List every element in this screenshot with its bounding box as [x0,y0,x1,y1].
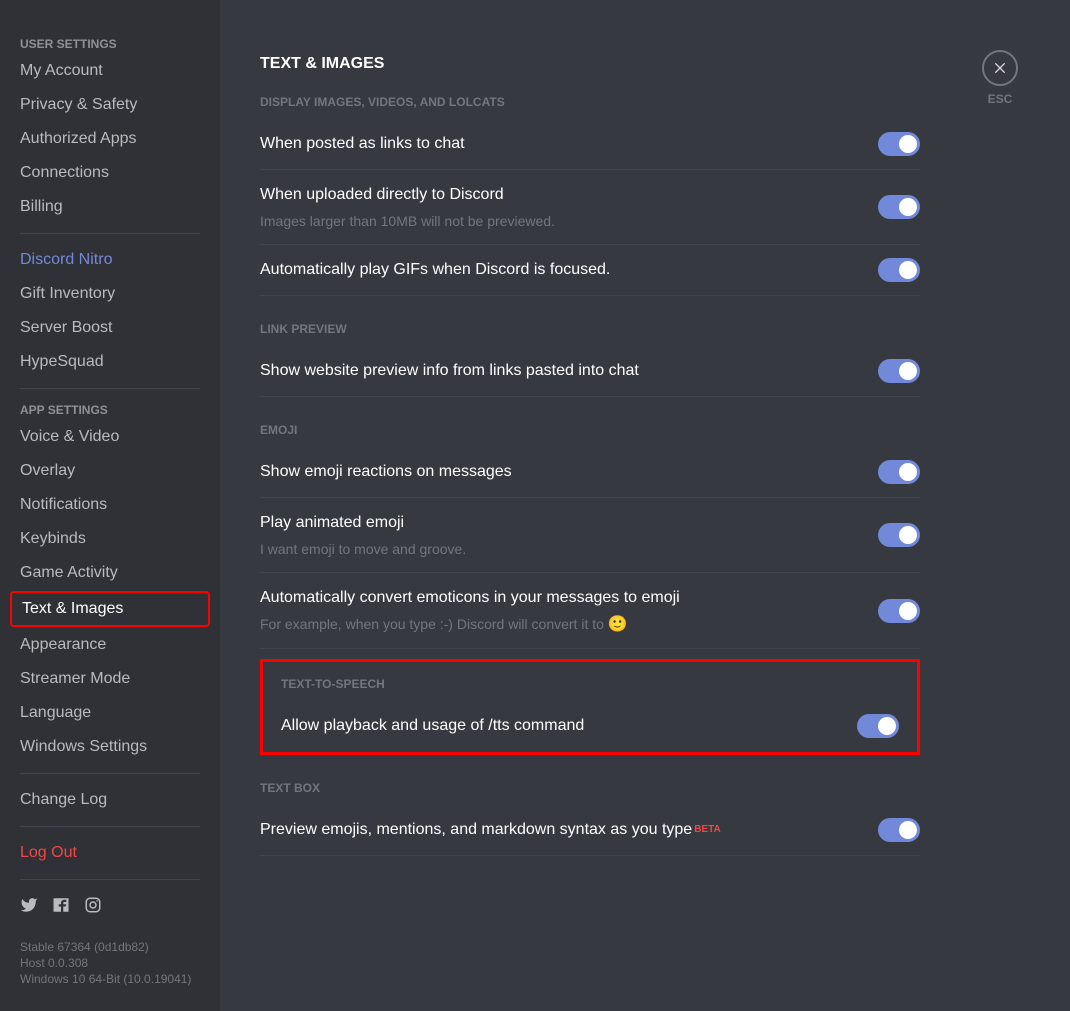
setting-animated-emoji: Play animated emoji I want emoji to move… [260,498,920,573]
sidebar-item-connections[interactable]: Connections [10,157,210,189]
sidebar-header-app-settings: APP SETTINGS [10,399,210,421]
setting-title: Allow playback and usage of /tts command [281,714,837,738]
setting-title: Show website preview info from links pas… [260,359,858,383]
toggle-uploaded-directly[interactable] [878,195,920,219]
setting-title: Preview emojis, mentions, and markdown s… [260,818,858,842]
sidebar-item-notifications[interactable]: Notifications [10,489,210,521]
section-header-link-preview: LINK PREVIEW [260,322,920,336]
social-links-row [10,890,210,933]
instagram-icon[interactable] [84,896,102,919]
setting-emoji-reactions: Show emoji reactions on messages [260,447,920,498]
setting-desc: For example, when you type :-) Discord w… [260,614,858,635]
settings-sidebar: USER SETTINGS My Account Privacy & Safet… [0,0,220,1011]
toggle-animated-emoji[interactable] [878,523,920,547]
sidebar-divider [20,773,200,774]
build-line: Windows 10 64-Bit (10.0.19041) [20,971,200,987]
toggle-auto-gif[interactable] [878,258,920,282]
sidebar-item-text-images[interactable]: Text & Images [10,591,210,627]
section-header-text-box: TEXT BOX [260,781,920,795]
setting-title: When uploaded directly to Discord [260,183,858,207]
sidebar-item-change-log[interactable]: Change Log [10,784,210,816]
sidebar-item-hypesquad[interactable]: HypeSquad [10,346,210,378]
tts-section-highlight: TEXT-TO-SPEECH Allow playback and usage … [260,659,920,755]
sidebar-header-user-settings: USER SETTINGS [10,33,210,55]
toggle-posted-links[interactable] [878,132,920,156]
setting-uploaded-directly: When uploaded directly to Discord Images… [260,170,920,245]
setting-preview-syntax: Preview emojis, mentions, and markdown s… [260,805,920,856]
sidebar-item-game-activity[interactable]: Game Activity [10,557,210,589]
toggle-website-preview[interactable] [878,359,920,383]
close-icon [982,50,1018,86]
setting-title: Automatically play GIFs when Discord is … [260,258,858,282]
build-line: Stable 67364 (0d1db82) [20,939,200,955]
sidebar-item-billing[interactable]: Billing [10,191,210,223]
sidebar-item-appearance[interactable]: Appearance [10,629,210,661]
sidebar-divider [20,233,200,234]
sidebar-item-gift-inventory[interactable]: Gift Inventory [10,278,210,310]
sidebar-divider [20,388,200,389]
sidebar-item-my-account[interactable]: My Account [10,55,210,87]
close-settings-button[interactable]: ESC [982,50,1018,106]
setting-auto-gif: Automatically play GIFs when Discord is … [260,245,920,296]
setting-posted-links: When posted as links to chat [260,119,920,170]
settings-content: ESC TEXT & IMAGES DISPLAY IMAGES, VIDEOS… [220,0,1070,1011]
setting-title: Play animated emoji [260,511,858,535]
sidebar-item-log-out[interactable]: Log Out [10,837,210,869]
setting-desc: I want emoji to move and groove. [260,539,858,559]
toggle-preview-syntax[interactable] [878,818,920,842]
setting-website-preview: Show website preview info from links pas… [260,346,920,397]
build-line: Host 0.0.308 [20,955,200,971]
sidebar-divider [20,879,200,880]
sidebar-item-authorized-apps[interactable]: Authorized Apps [10,123,210,155]
page-title: TEXT & IMAGES [260,55,920,73]
twitter-icon[interactable] [20,896,38,919]
toggle-emoji-reactions[interactable] [878,460,920,484]
toggle-auto-convert-emoticons[interactable] [878,599,920,623]
sidebar-item-keybinds[interactable]: Keybinds [10,523,210,555]
sidebar-item-discord-nitro[interactable]: Discord Nitro [10,244,210,276]
setting-title: Automatically convert emoticons in your … [260,586,858,610]
sidebar-item-overlay[interactable]: Overlay [10,455,210,487]
facebook-icon[interactable] [52,896,70,919]
section-header-emoji: EMOJI [260,423,920,437]
sidebar-item-windows-settings[interactable]: Windows Settings [10,731,210,763]
section-header-display: DISPLAY IMAGES, VIDEOS, AND LOLCATS [260,95,920,109]
setting-title: Show emoji reactions on messages [260,460,858,484]
setting-title: When posted as links to chat [260,132,858,156]
toggle-tts-playback[interactable] [857,714,899,738]
beta-badge: BETA [694,824,720,835]
sidebar-item-streamer-mode[interactable]: Streamer Mode [10,663,210,695]
setting-auto-convert-emoticons: Automatically convert emoticons in your … [260,573,920,649]
section-header-tts: TEXT-TO-SPEECH [281,677,899,691]
smile-emoji-icon: 🙂 [608,616,628,633]
sidebar-divider [20,826,200,827]
setting-desc: Images larger than 10MB will not be prev… [260,211,858,231]
sidebar-item-voice-video[interactable]: Voice & Video [10,421,210,453]
build-info: Stable 67364 (0d1db82) Host 0.0.308 Wind… [10,933,210,993]
sidebar-item-language[interactable]: Language [10,697,210,729]
sidebar-item-privacy-safety[interactable]: Privacy & Safety [10,89,210,121]
setting-tts-playback: Allow playback and usage of /tts command [281,701,899,744]
close-label: ESC [982,92,1018,106]
sidebar-item-server-boost[interactable]: Server Boost [10,312,210,344]
